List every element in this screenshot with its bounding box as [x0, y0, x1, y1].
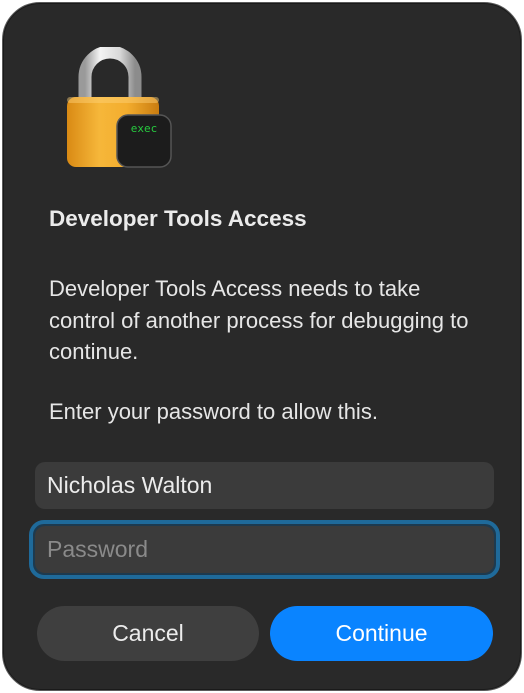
continue-button[interactable]: Continue [270, 606, 493, 661]
lock-icon: exec [67, 47, 172, 168]
username-field[interactable] [35, 462, 494, 509]
dialog-prompt: Enter your password to allow this. [49, 399, 378, 424]
badge-text: exec [131, 122, 158, 135]
password-focus-ring [29, 520, 500, 579]
cancel-button[interactable]: Cancel [37, 606, 259, 661]
password-field[interactable] [35, 526, 494, 573]
dialog-message: Developer Tools Access needs to take con… [49, 276, 469, 364]
authorization-dialog: exec Developer Tools Access Developer To… [2, 2, 522, 691]
dialog-title: Developer Tools Access [49, 206, 307, 231]
terminal-badge-icon: exec [116, 114, 172, 168]
